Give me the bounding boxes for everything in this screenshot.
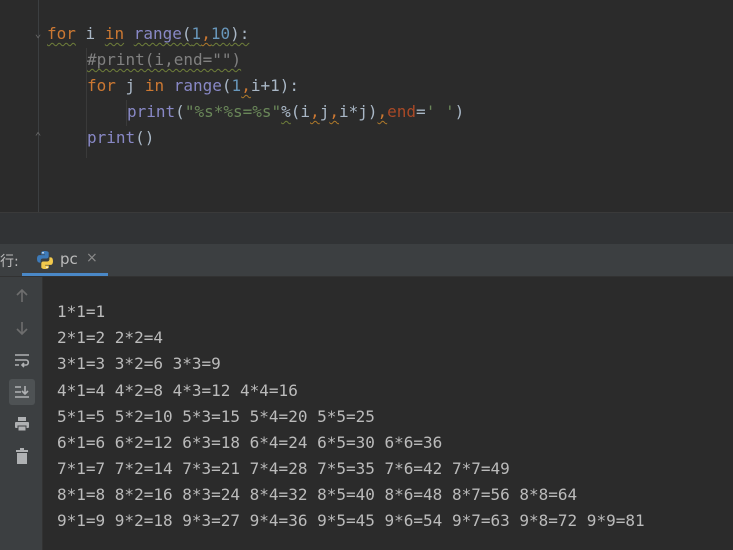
token-comma: , (329, 102, 339, 121)
python-icon (37, 251, 53, 269)
console-line: 9*1=9 9*2=18 9*3=27 9*4=36 9*5=45 9*6=54… (57, 511, 645, 530)
run-toolbar (0, 277, 43, 550)
token-comma: , (241, 76, 251, 95)
token-number: 1 (231, 76, 242, 95)
token-paren: ( (181, 24, 192, 43)
token-comma: , (310, 102, 320, 121)
token-keyword: in (104, 24, 125, 43)
fold-close-icon[interactable]: ⌃ (32, 131, 44, 143)
print-icon[interactable] (9, 411, 35, 437)
token-number: 10 (210, 24, 231, 43)
tab-label: pc (60, 250, 78, 268)
console-line: 1*1=1 (57, 302, 106, 321)
token-var: i (85, 24, 96, 43)
active-tab-indicator (22, 273, 108, 276)
token-expr: (i (290, 102, 311, 121)
token-paren: () (135, 128, 155, 147)
token-number: 1 (191, 24, 202, 43)
token-comment: #print(i,end="") (87, 50, 242, 69)
token-paren: ): (230, 24, 250, 43)
tab-pc[interactable]: pc × (22, 244, 108, 276)
close-icon[interactable]: × (86, 250, 98, 266)
soft-wrap-icon[interactable] (9, 347, 35, 373)
run-label: 运行: (0, 254, 19, 270)
panel-splitter[interactable] (0, 212, 733, 245)
console-line: 7*1=7 7*2=14 7*3=21 7*4=28 7*5=35 7*6=42… (57, 459, 510, 478)
token-comma: , (377, 102, 388, 121)
token-keyword: for (87, 76, 116, 95)
code-line-2[interactable]: #print(i,end="") (87, 47, 241, 73)
run-tool-header: 运行: pc × (0, 244, 733, 277)
token-paren: ( (175, 102, 185, 121)
token-builtin: range (133, 24, 182, 43)
console-line: 5*1=5 5*2=10 5*3=15 5*4=20 5*5=25 (57, 407, 375, 426)
code-editor[interactable]: ⌄ ⌃ for i in range(1,10): #print(i,end="… (0, 0, 733, 212)
code-line-5[interactable]: print() (87, 125, 154, 151)
token-builtin: range (173, 76, 222, 95)
console-line: 3*1=3 3*2=6 3*3=9 (57, 354, 221, 373)
token-keyword: for (47, 24, 76, 43)
token-builtin: print (87, 128, 136, 147)
token-var: j (319, 102, 330, 121)
code-line-1[interactable]: for i in range(1,10): (47, 21, 249, 47)
console-output[interactable]: 1*1=1 2*1=2 2*2=4 3*1=3 3*2=6 3*3=9 4*1=… (43, 277, 733, 550)
token-string: "%s*%s=%s" (184, 102, 282, 121)
token-paren: ( (221, 76, 232, 95)
token-expr: i*j) (338, 102, 378, 121)
down-arrow-icon[interactable] (9, 315, 35, 341)
up-arrow-icon[interactable] (9, 283, 35, 309)
token-paren: ): (279, 76, 299, 95)
token-keyword: in (144, 76, 165, 95)
token-operator: = (416, 102, 426, 121)
console-line: 6*1=6 6*2=12 6*3=18 6*4=24 6*5=30 6*6=36 (57, 433, 443, 452)
trash-icon[interactable] (9, 443, 35, 469)
fold-open-icon[interactable]: ⌄ (32, 28, 44, 40)
code-line-3[interactable]: for j in range(1,i+1): (87, 73, 299, 99)
token-param: end (387, 102, 417, 121)
console-line: 4*1=4 4*2=8 4*3=12 4*4=16 (57, 381, 298, 400)
token-expr: i+1 (250, 76, 280, 95)
token-string: ' ' (425, 102, 455, 121)
console-line: 2*1=2 2*2=4 (57, 328, 163, 347)
token-builtin: print (127, 102, 176, 121)
scroll-to-end-icon[interactable] (9, 379, 35, 405)
console-line: 8*1=8 8*2=16 8*3=24 8*4=32 8*5=40 8*6=48… (57, 485, 578, 504)
token-var: j (125, 76, 136, 95)
token-comma: , (201, 24, 211, 43)
code-line-4[interactable]: print("%s*%s=%s"%(i,j,i*j),end=' ') (127, 99, 464, 125)
token-paren: ) (454, 102, 465, 121)
token-operator: % (281, 102, 291, 121)
